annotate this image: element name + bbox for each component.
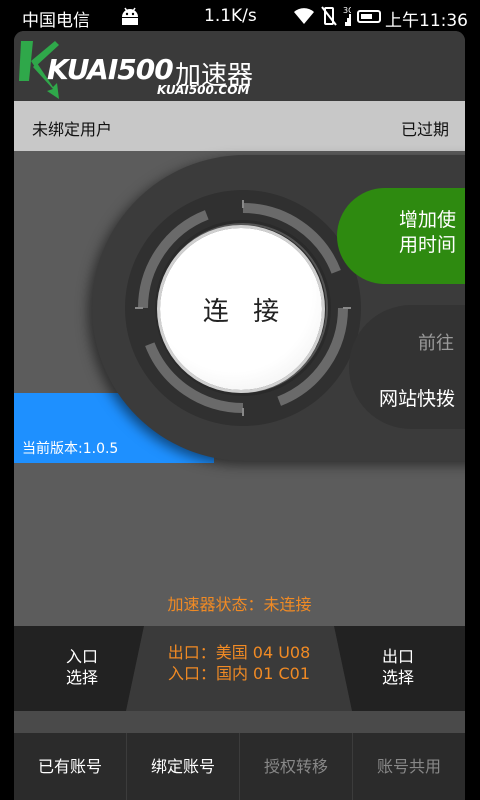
network-speed: 1.1K/s <box>204 6 257 26</box>
website-prefix-label: 前往 <box>418 333 454 354</box>
node-info: 出口：美国 04 U08 入口：国内 01 C01 <box>144 642 334 684</box>
status-bar: 中国电信 1.1K/s 3G 上午11:36 <box>0 0 480 32</box>
brand-domain: KUAI500.COM <box>157 83 250 97</box>
entry-select-line1: 入口 <box>65 647 98 666</box>
node-selection-bar: 入口 选择 出口：美国 04 U08 入口：国内 01 C01 出口 选择 <box>14 626 465 711</box>
tab-share-account[interactable]: 账号共用 <box>353 733 465 800</box>
signal-icon: 3G <box>343 6 351 26</box>
tab-transfer-authorization[interactable]: 授权转移 <box>240 733 353 800</box>
network-type-label: 3G <box>343 6 351 15</box>
exit-select-line1: 出口 <box>381 647 414 666</box>
entry-select-button[interactable]: 入口 选择 <box>42 646 122 688</box>
entry-node-value: 入口：国内 01 C01 <box>167 664 311 683</box>
exit-select-button[interactable]: 出口 选择 <box>358 646 438 688</box>
user-binding-status: 未绑定用户 <box>32 120 113 139</box>
user-info-bar: 未绑定用户 已过期 <box>14 101 465 151</box>
connect-button[interactable]: 连 接 <box>160 228 322 390</box>
bottom-tab-bar: 已有账号 绑定账号 授权转移 账号共用 <box>14 733 465 800</box>
app-logo: KUAI500 加速器 KUAI500.COM <box>19 41 269 101</box>
tab-bind-account[interactable]: 绑定账号 <box>127 733 240 800</box>
expiry-status: 已过期 <box>400 120 449 139</box>
app-header: KUAI500 加速器 KUAI500.COM <box>14 31 465 101</box>
website-quick-dial-button[interactable]: 前往 网站快拨 <box>349 305 465 429</box>
connection-status: 加速器状态：未连接 <box>167 595 312 614</box>
exit-select-line2: 选择 <box>381 668 414 687</box>
add-time-label-line2: 用时间 <box>399 234 457 256</box>
divider-strip <box>14 711 465 733</box>
app-window: KUAI500 加速器 KUAI500.COM 未绑定用户 已过期 当前版本:1… <box>14 31 465 800</box>
carrier-name: 中国电信 <box>22 11 90 31</box>
exit-node-value: 出口：美国 04 U08 <box>167 643 311 662</box>
add-time-button[interactable]: 增加使 用时间 <box>337 188 465 284</box>
main-panel: 当前版本:1.0.5 增加使 用时间 前往 网站快拨 连 接 <box>14 151 465 626</box>
tab-existing-account[interactable]: 已有账号 <box>14 733 127 800</box>
website-label: 网站快拨 <box>379 388 456 410</box>
entry-select-line2: 选择 <box>65 668 98 687</box>
wifi-icon <box>294 8 314 24</box>
add-time-label-line1: 增加使 <box>399 209 457 231</box>
battery-icon <box>357 10 381 23</box>
brand-name: KUAI500 <box>47 53 174 86</box>
clock: 上午11:36 <box>385 11 468 31</box>
android-icon <box>122 7 138 25</box>
connect-label: 连 接 <box>202 296 288 327</box>
